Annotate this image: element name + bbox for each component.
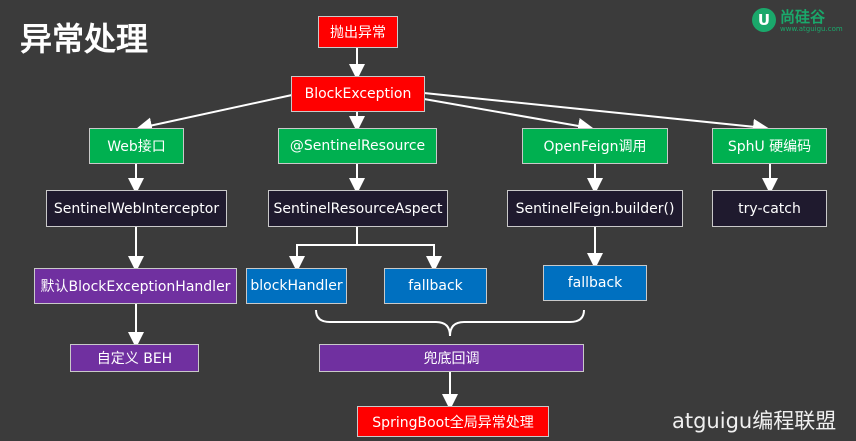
fallback-group-brace bbox=[315, 309, 585, 337]
node-feign-builder: SentinelFeign.builder() bbox=[507, 190, 683, 227]
arrow-aspect-to-blockhandler bbox=[289, 227, 358, 272]
arrow-aspect-to-fallback bbox=[357, 244, 442, 272]
node-resource-aspect: SentinelResourceAspect bbox=[268, 190, 448, 227]
arrow-to-sphu bbox=[423, 92, 769, 135]
page-title: 异常处理 bbox=[20, 20, 149, 58]
node-block-handler: blockHandler bbox=[246, 268, 347, 304]
arrow-to-web bbox=[136, 94, 293, 134]
node-sentinel-resource: @SentinelResource bbox=[278, 128, 437, 164]
watermark: atguigu编程联盟 bbox=[672, 409, 837, 433]
node-fallback-feign: fallback bbox=[543, 265, 647, 301]
node-fallback-resource: fallback bbox=[384, 268, 487, 304]
node-sphu: SphU 硬编码 bbox=[712, 128, 827, 164]
node-openfeign: OpenFeign调用 bbox=[522, 128, 668, 164]
logo: U 尚硅谷 www.atguigu.com bbox=[752, 6, 852, 36]
logo-url: www.atguigu.com bbox=[780, 25, 843, 33]
logo-mark-icon: U bbox=[752, 8, 776, 32]
node-default-handler: 默认BlockExceptionHandler bbox=[34, 268, 237, 304]
node-web-interface: Web接口 bbox=[89, 128, 184, 164]
node-throw: 抛出异常 bbox=[318, 16, 398, 48]
node-global-handler: SpringBoot全局异常处理 bbox=[357, 406, 549, 437]
node-custom-beh: 自定义 BEH bbox=[70, 344, 199, 372]
diagram-canvas: 异常处理 U 尚硅谷 www.atguigu.com 抛出异常 BlockExc… bbox=[0, 0, 856, 441]
logo-name: 尚硅谷 bbox=[780, 8, 826, 26]
node-web-interceptor: SentinelWebInterceptor bbox=[46, 190, 227, 227]
node-block-exception: BlockException bbox=[291, 76, 425, 112]
arrow-to-openfeign bbox=[423, 98, 594, 134]
node-fallback-group: 兜底回调 bbox=[319, 344, 584, 372]
node-try-catch: try-catch bbox=[712, 190, 827, 227]
